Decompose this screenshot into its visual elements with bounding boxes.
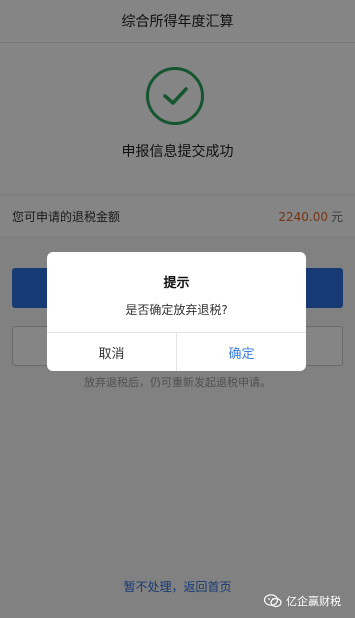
dialog-title: 提示 [163,276,190,291]
confirm-dialog: 提示 是否确定放弃退税? 取消 确定 [47,252,306,371]
dialog-cancel-button[interactable]: 取消 [47,333,177,371]
page-root: 综合所得年度汇算 申报信息提交成功 您可申请的退税金额 2240.00 元 放弃退… [0,0,355,618]
dialog-actions: 取消 确定 [47,332,306,371]
dialog-message: 是否确定放弃退税? [125,303,228,317]
dialog-confirm-button[interactable]: 确定 [177,333,306,371]
watermark: 亿企赢财税 [264,593,341,609]
wechat-icon [264,594,282,608]
watermark-text: 亿企赢财税 [286,595,341,608]
